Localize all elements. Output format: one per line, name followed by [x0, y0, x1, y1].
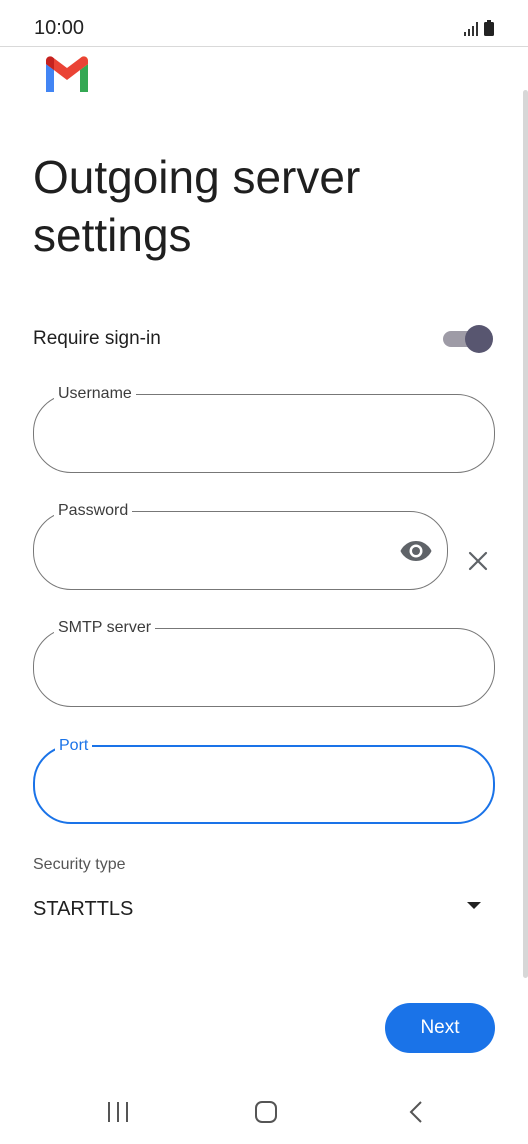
signal-icon [464, 22, 478, 36]
port-field[interactable]: Port [33, 736, 495, 824]
security-type-value: STARTTLS [33, 898, 134, 920]
next-button[interactable]: Next [385, 1003, 495, 1053]
status-icons [464, 20, 494, 36]
recent-apps-icon[interactable] [98, 1097, 138, 1127]
port-label: Port [55, 736, 93, 756]
toggle-thumb [465, 325, 493, 353]
home-icon[interactable] [246, 1097, 286, 1127]
status-time: 10:00 [34, 17, 85, 39]
back-icon[interactable] [396, 1097, 436, 1127]
battery-icon [484, 20, 494, 36]
gmail-logo [46, 56, 88, 92]
security-type-label: Security type [33, 856, 126, 873]
password-field[interactable]: Password [33, 501, 448, 590]
username-input[interactable] [56, 413, 428, 451]
password-input[interactable] [56, 530, 350, 568]
clear-password-icon[interactable] [463, 546, 493, 576]
page-title: Outgoing server settings [33, 151, 361, 261]
smtp-server-label: SMTP server [54, 618, 156, 638]
show-password-icon[interactable] [399, 534, 433, 568]
navigation-bar [0, 1085, 528, 1144]
require-signin-toggle[interactable] [443, 324, 493, 354]
username-field[interactable]: Username [33, 384, 495, 473]
require-signin-label: Require sign-in [33, 328, 161, 349]
smtp-server-input[interactable] [56, 647, 428, 685]
smtp-server-field[interactable]: SMTP server [33, 618, 495, 707]
scrollbar[interactable] [523, 90, 528, 978]
dropdown-arrow-icon[interactable] [462, 896, 486, 916]
password-label: Password [54, 501, 133, 521]
require-signin-row[interactable]: Require sign-in [33, 322, 495, 356]
username-label: Username [54, 384, 136, 404]
port-input[interactable] [57, 765, 428, 803]
status-bar: 10:00 [0, 0, 528, 47]
